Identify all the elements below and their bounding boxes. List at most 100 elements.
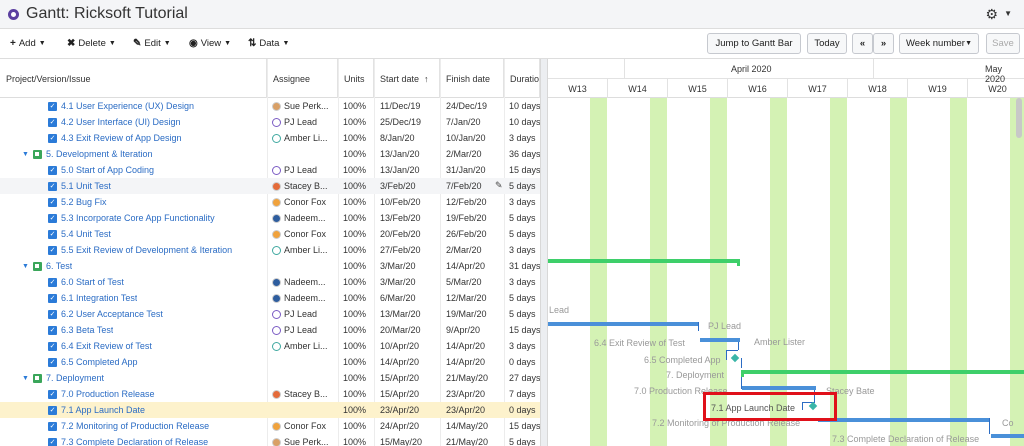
version-row[interactable]: ▼ 6. Test 100% 3/Mar/20 14/Apr/20 31 days [0,258,540,274]
edit-menu[interactable]: ✎ Edit ▼ [133,38,171,49]
milestone-6-5[interactable] [730,353,740,363]
table-row[interactable]: ✓ 7.2 Monitoring of Production Release Con… [0,418,540,434]
issue-link[interactable]: 5.3 Incorporate Core App Functionality [61,213,215,223]
jump-to-gantt-bar-button[interactable]: Jump to Gantt Bar [707,33,801,54]
today-button[interactable]: Today [807,33,847,54]
issue-link[interactable]: 6.3 Beta Test [61,325,113,335]
table-row[interactable]: ✓ 4.2 User Interface (UI) Design PJ Lead 10… [0,114,540,130]
gantt-bar-7-2[interactable] [818,418,990,422]
chevron-down-icon[interactable]: ▼ [22,375,29,382]
table-row[interactable]: ✓ 5.5 Exit Review of Development & Iterat… [0,242,540,258]
units-value: 100% [343,165,367,175]
table-row[interactable]: ✓ 4.1 User Experience (UX) Design Sue Perk… [0,98,540,114]
table-row[interactable]: ✓ 5.2 Bug Fix Conor Fox 100% 10/Feb/20 12/Feb… [0,194,540,210]
column-header-units[interactable]: Units [338,59,374,98]
next-period-button[interactable]: » [873,33,894,54]
column-header-assignee[interactable]: Assignee [267,59,338,98]
issue-link[interactable]: 5.4 Unit Test [61,229,111,239]
table-row[interactable]: ✓ 7.3 Complete Declaration of Release Sue … [0,434,540,446]
issue-link[interactable]: 6.5 Completed App [61,357,138,367]
start-value: 14/Apr/20 [380,357,420,367]
pane-splitter[interactable] [540,59,548,446]
table-row[interactable]: ✓ 5.3 Incorporate Core App Functionality N… [0,210,540,226]
checkbox-icon: ✓ [48,293,57,303]
gantt-bar-6-4[interactable] [700,338,740,342]
gantt-bar-7-3[interactable] [991,434,1024,438]
table-row[interactable]: ✓ 6.2 User Acceptance Test PJ Lead 100% 13/M… [0,306,540,322]
units-value: 100% [343,229,367,239]
prev-period-button[interactable]: « [852,33,873,54]
gantt-bar-version-7[interactable] [741,370,1024,374]
version-row[interactable]: ▼ 7. Deployment 100% 15/Apr/20 21/May/20 27 d… [0,370,540,386]
view-menu[interactable]: ◉ View ▼ [189,38,231,49]
data-menu[interactable]: ⇅ Data ▼ [248,38,289,49]
gantt-bar-version-6[interactable] [548,259,740,263]
units-value: 100% [343,293,367,303]
issue-link[interactable]: 7.1 App Launch Date [61,405,145,415]
column-header-issue[interactable]: Project/Version/Issue [0,59,267,98]
issue-link[interactable]: 7.0 Production Release [61,389,155,399]
issue-link[interactable]: 6.1 Integration Test [61,293,137,303]
issue-link[interactable]: 7.2 Monitoring of Production Release [61,421,209,431]
save-button[interactable]: Save [986,33,1020,54]
version-row[interactable]: ▼ 5. Development & Iteration 100% 13/Jan/20… [0,146,540,162]
add-menu[interactable]: + Add ▼ [10,38,46,49]
checkbox-icon: ✓ [48,181,57,191]
scale-select[interactable]: Week number ▼ [899,33,979,54]
units-value: 100% [343,277,367,287]
avatar [272,389,281,399]
units-value: 100% [343,261,367,271]
version-label[interactable]: 5. Development & Iteration [46,149,153,159]
chevron-down-icon[interactable]: ▼ [22,263,29,270]
table-row[interactable]: ✓ 6.4 Exit Review of Test Amber Li... 100% 1… [0,338,540,354]
vertical-scrollbar[interactable] [1016,98,1022,138]
issue-link[interactable]: 5.5 Exit Review of Development & Iterati… [61,245,232,255]
gear-icon[interactable]: ⚙ [985,6,998,23]
assignee-name: Conor Fox [284,197,327,207]
issue-link[interactable]: 6.4 Exit Review of Test [61,341,152,351]
version-label[interactable]: 7. Deployment [46,373,104,383]
table-row[interactable]: ✓ 6.1 Integration Test Nadeem... 100% 6/Mar/… [0,290,540,306]
table-row[interactable]: ✓ 6.5 Completed App 100% 14/Apr/20 14/Apr/20… [0,354,540,370]
issue-link[interactable]: 4.3 Exit Review of App Design [61,133,182,143]
table-row[interactable]: ✓ 6.3 Beta Test PJ Lead 100% 20/Mar/20 9/Apr/… [0,322,540,338]
issue-link[interactable]: 6.2 User Acceptance Test [61,309,163,319]
table-row[interactable]: ✓ 7.1 App Launch Date 100% 23/Apr/20 23/Apr/… [0,402,540,418]
pencil-icon: ✎ [133,38,142,49]
delete-menu[interactable]: ✖ Delete ▼ [67,38,116,49]
table-row[interactable]: ✓ 4.3 Exit Review of App Design Amber Li..… [0,130,540,146]
issue-link[interactable]: 5.1 Unit Test [61,181,111,191]
gantt-bar-7-0[interactable] [742,386,816,390]
table-row[interactable]: ✓ 5.1 Unit Test Stacey B... 100% 3/Feb/20 7/F… [0,178,540,194]
finish-value: 21/May/20 [446,373,489,383]
issue-link[interactable]: 7.3 Complete Declaration of Release [61,437,208,446]
finish-value: 23/Apr/20 [446,405,486,415]
table-row[interactable]: ✓ 5.4 Unit Test Conor Fox 100% 20/Feb/20 26/F… [0,226,540,242]
duration-value: 3 days [509,245,536,255]
issue-link[interactable]: 5.2 Bug Fix [61,197,107,207]
version-label[interactable]: 6. Test [46,261,72,271]
chevron-down-icon[interactable]: ▼ [22,151,29,158]
column-header-duration[interactable]: Duratio [504,59,540,98]
issue-link[interactable]: 4.2 User Interface (UI) Design [61,117,181,127]
units-value: 100% [343,405,367,415]
table-row[interactable]: ✓ 6.0 Start of Test Nadeem... 100% 3/Mar/20 5… [0,274,540,290]
issue-link[interactable]: 5.0 Start of App Coding [61,165,154,175]
edit-pencil-icon[interactable]: ✎ [495,180,503,191]
chevron-down-icon[interactable]: ▼ [1004,9,1012,18]
issue-link[interactable]: 4.1 User Experience (UX) Design [61,101,194,111]
checkbox-icon: ✓ [48,101,57,111]
column-header-finish-date[interactable]: Finish date [440,59,504,98]
bar-label: PJ Lead [708,321,742,331]
start-value: 15/Apr/20 [380,373,420,383]
finish-value: 7/Jan/20 [446,117,481,127]
column-header-start-date[interactable]: Start date ↑ [374,59,440,98]
title-bar: Gantt: Ricksoft Tutorial ⚙ ▼ [0,0,1024,29]
month-row: April 2020 May 2020 [548,59,1024,84]
table-row[interactable]: ✓ 7.0 Production Release Stacey B... 100% 15… [0,386,540,402]
bar-label: 7.3 Complete Declaration of Release [832,434,980,444]
table-row[interactable]: ✓ 5.0 Start of App Coding PJ Lead 100% 13/Ja… [0,162,540,178]
start-value: 10/Apr/20 [380,341,420,351]
gantt-bar-6-3[interactable] [548,322,698,326]
issue-link[interactable]: 6.0 Start of Test [61,277,124,287]
